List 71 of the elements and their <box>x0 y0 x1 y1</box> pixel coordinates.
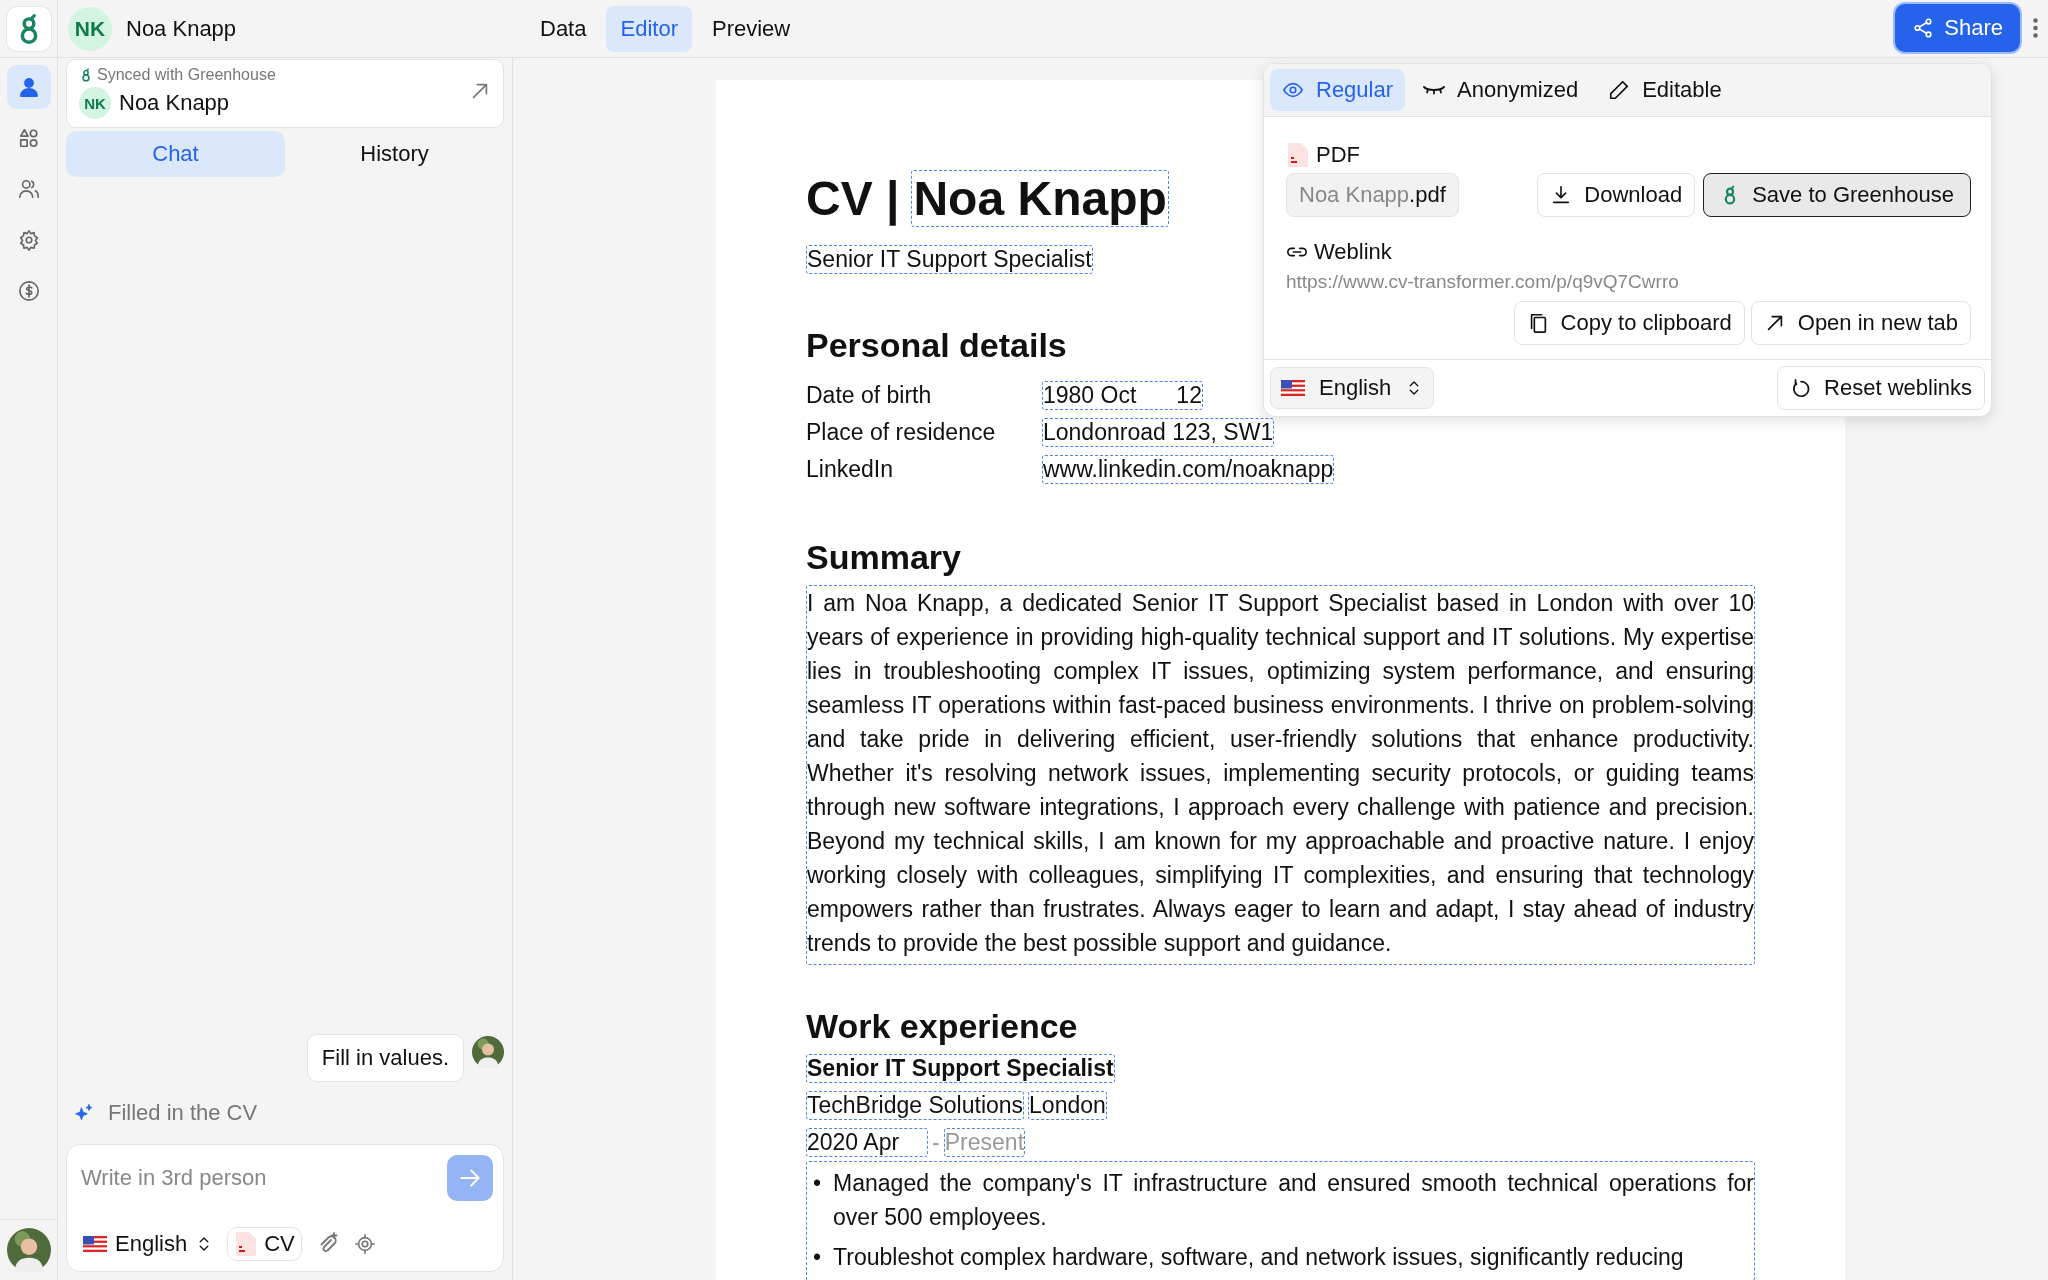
pdf-file-icon <box>234 1230 259 1258</box>
nav-tab[interactable]: Data <box>526 5 601 52</box>
candidate-name: Noa Knapp <box>119 90 230 116</box>
mode-tab[interactable]: Regular <box>1270 69 1406 111</box>
section-label: Weblink <box>1314 239 1392 265</box>
pencil-icon <box>1608 79 1631 101</box>
cv-chip[interactable]: CV <box>227 1227 302 1261</box>
date-separator: - <box>932 1129 940 1156</box>
app-logo[interactable] <box>6 6 51 51</box>
bullet-text: Managed the company's IT infrastructure and ensured smooth technical operations for over 500 employees. <box>833 1169 1754 1232</box>
nav-tab[interactable]: Preview <box>697 5 805 52</box>
city-field[interactable]: London <box>1028 1091 1107 1120</box>
section-heading: Personal details <box>806 326 1068 365</box>
nav-tab[interactable]: Editor <box>606 5 692 52</box>
company-field[interactable]: TechBridge Solutions <box>806 1091 1025 1120</box>
flag-icon <box>83 1236 107 1252</box>
chat-message: Fill in values. <box>306 1034 464 1082</box>
bullet-text: Troubleshot complex hardware, software, and network issues, significantly reducing <box>833 1243 1685 1272</box>
language-select[interactable]: English <box>79 1231 214 1257</box>
closed-eye-icon <box>1423 85 1446 95</box>
field-value[interactable]: Londonroad 123, SW1 <box>1042 418 1275 447</box>
field-value[interactable]: www.linkedin.com/noaknapp <box>1042 455 1335 484</box>
sync-label: Synced with Greenhouse <box>97 66 276 84</box>
start-date-field[interactable]: 2020 Apr <box>806 1128 929 1157</box>
save-to-greenhouse-button[interactable]: Save to Greenhouse <box>1703 173 1971 217</box>
status-text: Filled in the CV <box>108 1100 258 1126</box>
weblink-url: https://www.cv-transformer.com/p/q9vQ7Cwrro <box>1286 271 1680 293</box>
copy-button[interactable]: Copy to clipboard <box>1513 301 1745 345</box>
summary-paragraph[interactable]: I am Noa Knapp, a dedicated Senior IT Support Specialist based in London with over 10 years of experience in providing high-quality technical support and IT solutions. My expertise lies in troubleshooting complex IT issues, optimizing system performance, and ensuring seamless IT operations within fast-paced business environments. I thrive on problem-solving and take pride in delivering efficient, user-friendly solutions that enhance productivity. Whether it's resolving network issues, implementing security protocols, or guiding teams through new software integrations, I approach every challenge with patience and precision. Beyond my technical skills, I am known for my approachable and proactive nature. I enjoy working closely with colleagues, simplifying IT complexities, and ensuring that technology empowers rather than frustrates. Always eager to learn and adapt, I stay ahead of industry trends to provide the best possible support and guidance. <box>806 585 1755 965</box>
filename-field[interactable]: Noa Knapp.pdf <box>1286 173 1459 217</box>
job-title[interactable]: Senior IT Support Specialist <box>806 1054 1115 1083</box>
pdf-file-icon <box>1286 141 1310 169</box>
sidebar-item[interactable] <box>6 65 51 109</box>
panel-tab[interactable]: History <box>285 131 504 177</box>
cv-title: CV | <box>806 171 900 226</box>
share-icon <box>1912 17 1935 39</box>
name-field[interactable]: Noa Knapp <box>911 170 1169 227</box>
reset-weblinks-button[interactable]: Reset weblinks <box>1777 366 1985 410</box>
field-label: Date of birth <box>806 382 933 409</box>
initials-avatar: NK <box>68 6 112 51</box>
section-heading: Summary <box>806 538 962 577</box>
target-icon <box>353 1233 376 1255</box>
people-icon <box>17 178 40 200</box>
user-avatar <box>6 1228 51 1272</box>
download-button[interactable]: Download <box>1537 173 1696 217</box>
field-value[interactable]: 1980 Oct 12 <box>1042 381 1203 410</box>
shapes-icon <box>17 127 40 149</box>
greenhouse-logo-icon <box>79 68 93 82</box>
user-avatar <box>472 1036 504 1068</box>
headline-field[interactable]: Senior IT Support Specialist <box>806 245 1093 274</box>
mode-tab[interactable]: Anonymized <box>1411 69 1591 111</box>
dollar-icon <box>17 280 40 302</box>
language-select[interactable]: English <box>1270 367 1435 409</box>
field-label: Place of residence <box>806 419 997 446</box>
candidate-card[interactable]: Synced with Greenhouse NK Noa Knapp <box>66 59 504 128</box>
mode-tab[interactable]: Editable <box>1596 69 1734 111</box>
share-button[interactable]: Share <box>1895 4 2020 52</box>
section-label: PDF <box>1316 142 1360 168</box>
bullet-marker: • <box>813 1169 822 1198</box>
message-input[interactable]: Write in 3rd person <box>79 1164 447 1192</box>
open-tab-button[interactable]: Open in new tab <box>1750 301 1971 345</box>
initials-avatar: NK <box>79 87 111 119</box>
panel-tab[interactable]: Chat <box>66 131 285 177</box>
sparkle-icon <box>74 1103 94 1123</box>
field-label: LinkedIn <box>806 456 894 483</box>
flag-icon <box>1281 380 1305 396</box>
settings-icon <box>17 229 40 251</box>
candidate-name: Noa Knapp <box>126 15 238 42</box>
more-icon[interactable] <box>2033 18 2038 38</box>
section-heading: Work experience <box>806 1007 1079 1046</box>
bullet-marker: • <box>813 1243 822 1272</box>
